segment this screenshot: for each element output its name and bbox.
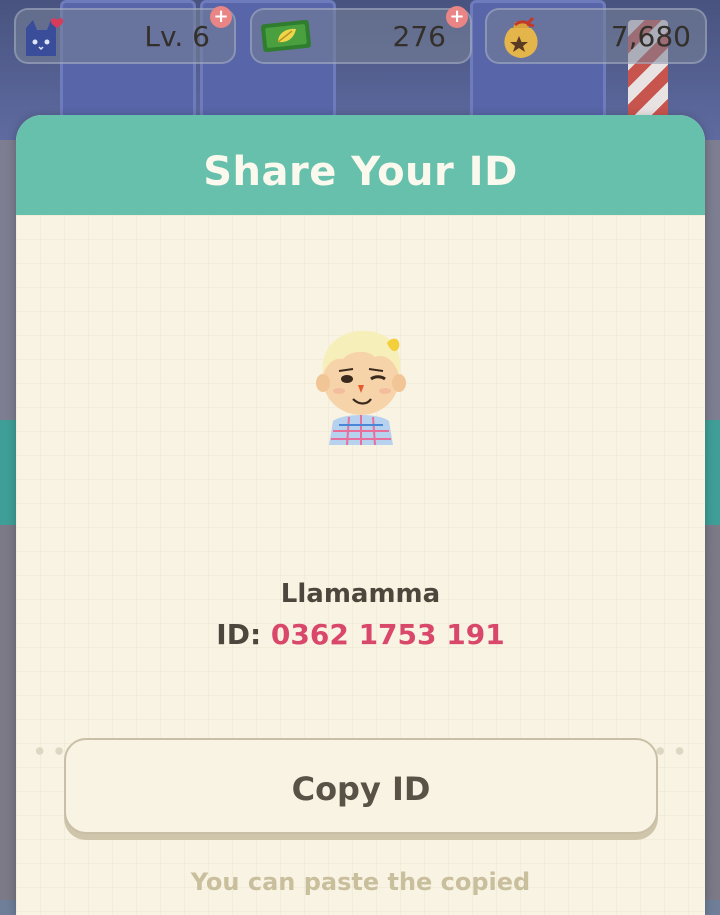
player-avatar (316, 330, 406, 445)
bells-display[interactable]: 7,680 (485, 8, 707, 64)
add-tickets-icon[interactable]: + (446, 6, 468, 28)
leaf-tickets-value: 276 (392, 20, 446, 53)
player-name: Llamamma (280, 579, 441, 609)
dialog-title: Share Your ID (203, 149, 518, 195)
copy-hint-text: You can paste the copied (190, 868, 531, 896)
level-value: Lv. 6 (144, 20, 210, 53)
copy-id-label: Copy ID (291, 770, 431, 808)
level-display[interactable]: Lv. 6 + (14, 6, 236, 64)
bell-bag-icon (504, 16, 538, 58)
cat-heart-icon (26, 18, 64, 56)
player-id-value: 0362 1753 191 (270, 618, 505, 651)
leaf-tickets-display[interactable]: 276 + (250, 6, 472, 64)
dialog-header: Share Your ID (16, 115, 705, 215)
leaf-ticket-icon (260, 19, 312, 53)
bells-value: 7,680 (610, 20, 691, 53)
level-info-icon[interactable]: + (210, 6, 232, 28)
copy-id-button[interactable]: Copy ID (64, 738, 658, 834)
player-id-label: ID: (216, 618, 262, 651)
share-id-dialog: Share Your ID Llamamma ID: 0362 1753 191… (16, 115, 705, 915)
player-id: ID: 0362 1753 191 (16, 618, 705, 651)
